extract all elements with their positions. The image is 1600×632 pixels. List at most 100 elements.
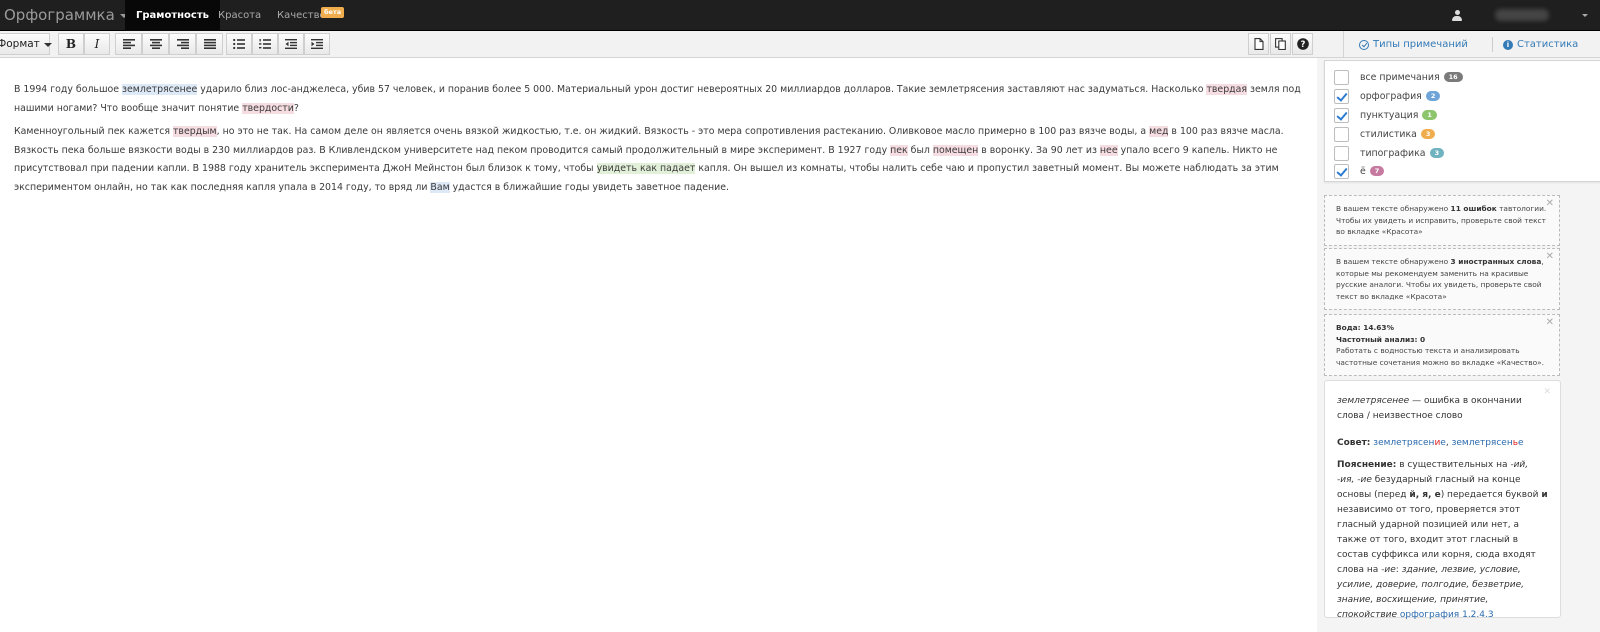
count-badge: 16 — [1443, 72, 1463, 82]
highlighted-word[interactable]: нее — [1099, 144, 1118, 156]
bold-icon: B — [65, 37, 77, 51]
tab-label: Красота — [218, 10, 262, 21]
highlighted-word[interactable]: твердости — [242, 102, 294, 114]
bullet-list-icon — [233, 39, 245, 49]
align-right-button[interactable] — [169, 33, 196, 55]
align-left-icon — [122, 39, 135, 49]
sidebar-header: Типы примечаний i Статистика — [1343, 31, 1600, 58]
advice: Совет: землетрясение, землетрясенье — [1337, 436, 1548, 451]
align-center-button[interactable] — [142, 33, 169, 55]
editor-toolbar: Формат B I ? — [0, 31, 1343, 58]
italic-button[interactable]: I — [84, 33, 110, 55]
svg-text:?: ? — [1300, 40, 1305, 50]
rule-reference-link[interactable]: орфография 1.2.4.3 — [1400, 610, 1494, 620]
new-document-icon — [1253, 38, 1264, 50]
filter-stylistics[interactable]: стилистика 3 — [1334, 126, 1436, 142]
close-icon[interactable]: ✕ — [1546, 198, 1554, 210]
filter-orthography[interactable]: орфография 2 — [1334, 88, 1441, 104]
tautology-notice: ✕ В вашем тексте обнаружено 11 ошибок та… — [1324, 195, 1560, 246]
notice-count: 11 ошибок — [1450, 204, 1497, 213]
checkbox[interactable] — [1334, 69, 1349, 85]
advice-label: Совет: — [1337, 438, 1371, 448]
align-left-button[interactable] — [115, 33, 142, 55]
close-icon[interactable]: ✕ — [1546, 317, 1554, 329]
filter-typography[interactable]: типографика 3 — [1334, 145, 1445, 161]
filter-yo[interactable]: ё 7 — [1334, 163, 1385, 179]
checkbox[interactable] — [1334, 88, 1349, 104]
error-explanation-card: ✕ землетрясенее — ошибка в окончании сло… — [1324, 380, 1561, 620]
username-blurred[interactable] — [1495, 9, 1549, 21]
notes-sidebar: все примечания 16 орфография 2 пунктуаци… — [1317, 58, 1600, 632]
brand-menu[interactable]: Орфограммка — [4, 6, 128, 24]
tab-label: Качество — [277, 10, 326, 21]
filter-label: все примечания — [1360, 71, 1440, 83]
tab-label: Типы примечаний — [1373, 39, 1468, 50]
filter-all[interactable]: все примечания 16 — [1334, 69, 1463, 85]
frequency-value: Частотный анализ: 0 — [1336, 334, 1426, 344]
suggestion-link[interactable]: землетрясенье — [1452, 438, 1524, 448]
format-dropdown[interactable]: Формат — [0, 33, 52, 55]
bullet-list-button[interactable] — [226, 33, 252, 55]
numbered-list-icon — [259, 39, 271, 49]
text-run: был — [907, 144, 933, 156]
outdent-button[interactable] — [278, 33, 304, 55]
highlighted-word[interactable]: помещен — [932, 144, 979, 156]
help-icon: ? — [1296, 38, 1309, 50]
highlighted-word[interactable]: пек — [890, 144, 908, 156]
checkbox[interactable] — [1334, 107, 1349, 123]
align-justify-button[interactable] — [196, 33, 223, 55]
close-icon[interactable]: ✕ — [1546, 251, 1554, 263]
indent-button[interactable] — [304, 33, 330, 55]
highlighted-word[interactable]: твердым — [172, 126, 217, 137]
highlighted-word[interactable]: землетрясенее — [122, 84, 198, 95]
tab-gramotnost[interactable]: Грамотность — [125, 0, 220, 31]
filter-punctuation[interactable]: пунктуация 1 — [1334, 107, 1437, 123]
tab-krasota[interactable]: Красота — [207, 0, 272, 31]
highlighted-word[interactable]: твердая — [1206, 84, 1248, 95]
text-run: , но это не так. На самом деле он являет… — [216, 126, 1150, 137]
filter-label: типографика — [1360, 147, 1426, 159]
filter-label: пунктуация — [1360, 109, 1419, 121]
bold-button[interactable]: B — [58, 33, 84, 55]
text-run: удастся в ближайшие годы увидеть заветно… — [449, 181, 729, 193]
top-navbar: Орфограммка Грамотность Красота Качество… — [0, 0, 1600, 31]
filter-label: орфография — [1360, 90, 1422, 102]
align-right-icon — [176, 39, 189, 49]
count-badge: 7 — [1369, 166, 1385, 176]
highlighted-word[interactable]: мед — [1149, 126, 1169, 137]
copy-button[interactable] — [1270, 33, 1291, 55]
close-icon[interactable]: ✕ — [1543, 385, 1551, 400]
filter-label: стилистика — [1360, 128, 1417, 140]
suggestion-link[interactable]: землетрясение — [1373, 438, 1446, 448]
text-run: в воронку. За 90 лет из — [978, 144, 1100, 156]
highlighted-word[interactable]: увидеть как падает — [596, 163, 696, 174]
error-summary: землетрясенее — ошибка в окончании слова… — [1337, 394, 1548, 424]
checkbox[interactable] — [1334, 126, 1349, 142]
chevron-down-icon[interactable] — [1582, 14, 1588, 17]
rule-label: Пояснение: — [1337, 460, 1397, 470]
text-editor[interactable]: В 1994 году большое землетрясенее ударил… — [0, 58, 1343, 632]
count-badge: 2 — [1425, 91, 1441, 101]
text-run: ударило близ лос-анджелеса, убив 57 чело… — [197, 84, 1207, 95]
water-value: Вода: 14.63% — [1336, 323, 1394, 332]
text-run: В 1994 году большое — [14, 84, 123, 95]
new-document-button[interactable] — [1248, 33, 1269, 55]
tab-label: Статистика — [1517, 39, 1579, 50]
text-run: Каменноугольный пек кажется — [14, 126, 173, 137]
paragraph: В 1994 году большое землетрясенее ударил… — [14, 81, 1324, 118]
checkbox[interactable] — [1334, 145, 1349, 161]
checkbox[interactable] — [1334, 163, 1349, 179]
align-center-icon — [149, 39, 162, 49]
notice-count: 3 иностранных слова — [1450, 257, 1542, 266]
numbered-list-button[interactable] — [252, 33, 278, 55]
count-badge: 1 — [1422, 110, 1437, 120]
count-badge: 3 — [1420, 129, 1436, 139]
tab-statistics[interactable]: i Статистика — [1503, 31, 1578, 58]
highlighted-word[interactable]: Вам — [430, 181, 450, 193]
user-icon[interactable] — [1452, 10, 1462, 21]
tab-note-types[interactable]: Типы примечаний — [1359, 31, 1468, 58]
error-word: землетрясенее — [1337, 396, 1410, 406]
rule-explanation: Пояснение: в существительных на -ий, -ия… — [1337, 460, 1548, 620]
brand-label: Орфограммка — [4, 6, 115, 24]
help-button[interactable]: ? — [1292, 33, 1313, 55]
